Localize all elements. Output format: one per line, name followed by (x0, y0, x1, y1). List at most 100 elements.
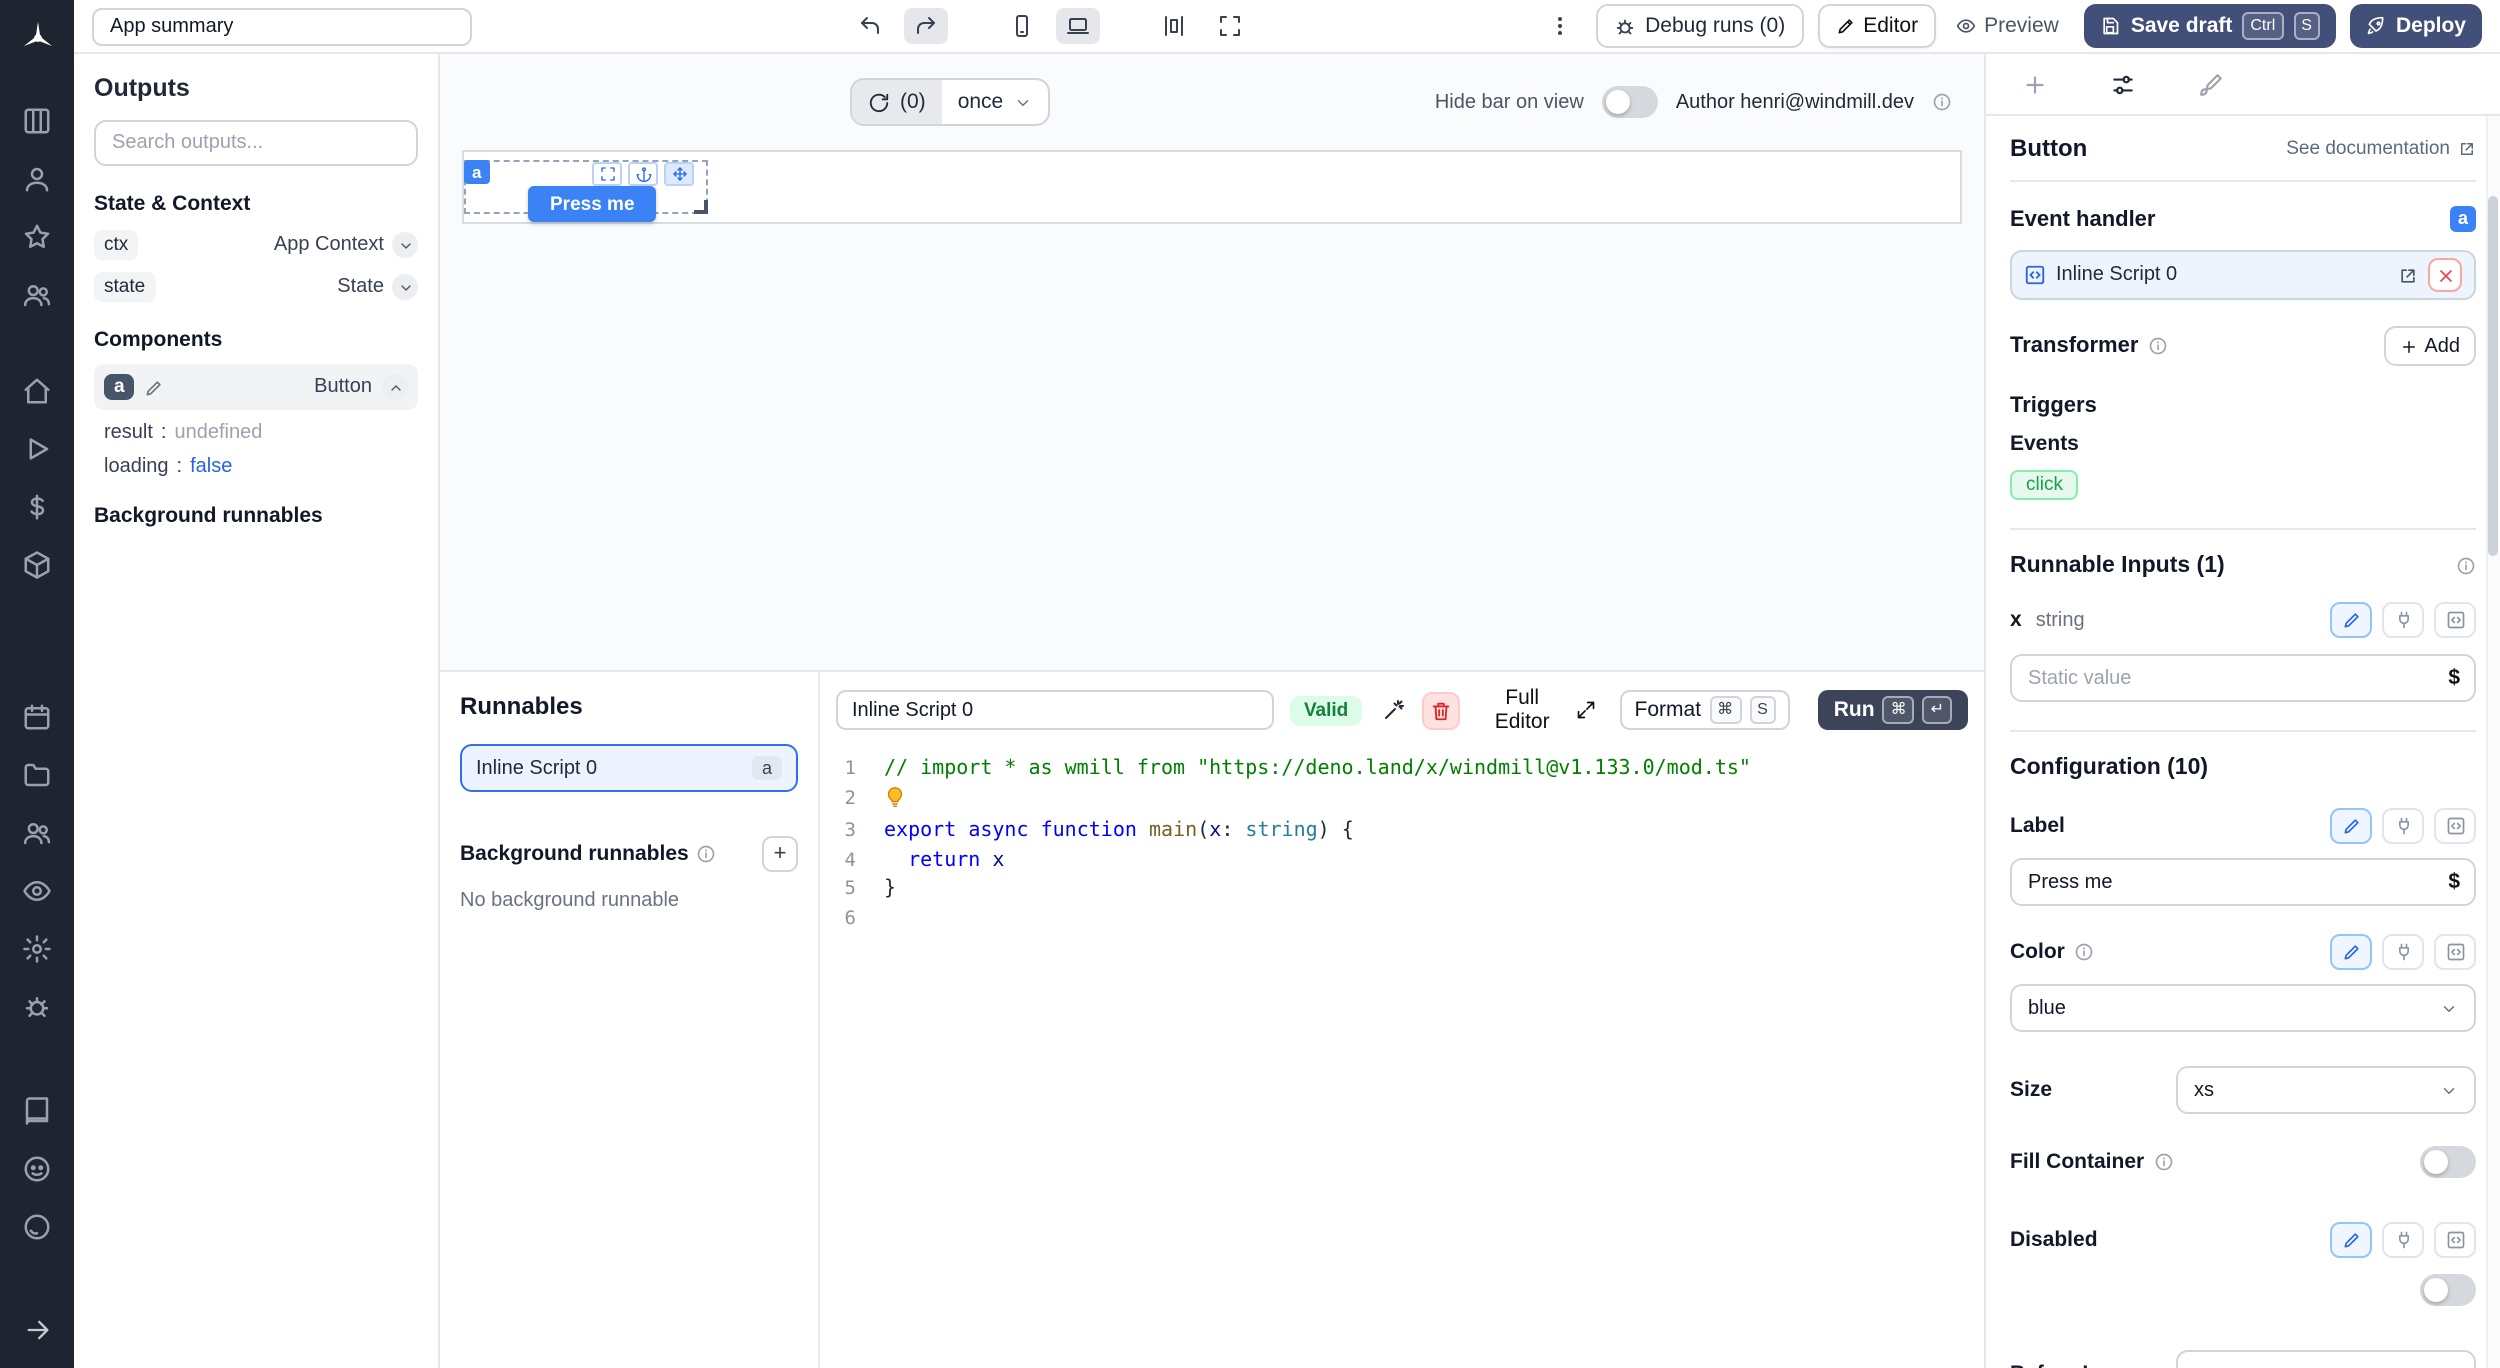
team-icon[interactable] (21, 816, 53, 848)
undo-button[interactable] (848, 8, 892, 44)
bottom-panel: Runnables Inline Script 0 a Background r… (440, 670, 1984, 1368)
open-script-button[interactable] (2398, 265, 2418, 285)
anchor-handle-icon[interactable] (628, 162, 658, 186)
code-line[interactable]: 2 (820, 785, 1984, 818)
discord-icon[interactable] (21, 1152, 53, 1184)
columns-icon[interactable] (21, 104, 53, 136)
template-toggle[interactable]: $ (2434, 860, 2474, 904)
plus-icon (2400, 337, 2418, 355)
button-component[interactable]: Press me (528, 186, 657, 222)
full-editor-button[interactable]: Full Editor (1476, 686, 1597, 734)
component-output-row[interactable]: a Button (94, 364, 418, 410)
eye-icon[interactable] (21, 874, 53, 906)
component-selection[interactable]: a Press me (464, 160, 708, 214)
code-line[interactable]: 1// import * as wmill from "https://deno… (820, 756, 1984, 785)
code-line[interactable]: 3export async function main(x: string) { (820, 818, 1984, 847)
cube-icon[interactable] (21, 548, 53, 580)
state-output-row[interactable]: state State (94, 272, 418, 302)
dollar-icon[interactable] (21, 490, 53, 522)
eval-input-mode-button[interactable] (2434, 602, 2476, 638)
debug-runs-button[interactable]: Debug runs (0) (1595, 4, 1803, 48)
see-documentation-link[interactable]: See documentation (2286, 137, 2476, 159)
gear-icon[interactable] (21, 932, 53, 964)
hide-bar-toggle[interactable] (1602, 86, 1658, 118)
editor-mode-button[interactable]: Editor (1817, 4, 1936, 48)
ctx-output-row[interactable]: ctx App Context (94, 230, 418, 260)
events-label: Events (2010, 432, 2476, 456)
add-background-runnable-button[interactable]: + (762, 836, 798, 872)
windmill-logo[interactable] (17, 16, 57, 60)
template-toggle[interactable]: $ (2434, 656, 2474, 700)
label-connect-button[interactable] (2382, 808, 2424, 844)
before-icon-field: Before Icon (2010, 1350, 2476, 1368)
schedule-dropdown[interactable]: once (942, 80, 1048, 124)
book-icon[interactable] (21, 1094, 53, 1126)
desktop-view-button[interactable] (1056, 8, 1100, 44)
deploy-button[interactable]: Deploy (2350, 4, 2482, 48)
bug-icon[interactable] (21, 990, 53, 1022)
github-icon[interactable] (21, 1210, 53, 1242)
add-transformer-button[interactable]: Add (2384, 326, 2476, 366)
runnable-item-inline-script-0[interactable]: Inline Script 0 a (460, 744, 798, 792)
event-handler-script-row[interactable]: Inline Script 0 (2010, 250, 2476, 300)
star-icon[interactable] (21, 220, 53, 252)
disabled-eval-button[interactable] (2434, 1222, 2476, 1258)
tab-styling[interactable] (2194, 68, 2226, 100)
scrollbar-thumb[interactable] (2488, 196, 2498, 556)
ai-assistant-button[interactable] (1382, 698, 1406, 722)
tab-insert-component[interactable] (2018, 68, 2050, 100)
delete-script-button[interactable] (1422, 691, 1460, 729)
redo-button[interactable] (904, 8, 948, 44)
code-line[interactable]: 6 (820, 905, 1984, 934)
canvas[interactable]: a Press me (440, 150, 1984, 670)
home-icon[interactable] (21, 374, 53, 406)
fill-container-toggle[interactable] (2420, 1146, 2476, 1178)
format-button[interactable]: Format ⌘ S (1621, 690, 1790, 730)
code-line[interactable]: 5} (820, 876, 1984, 905)
move-handle-icon[interactable] (664, 162, 694, 186)
color-connect-button[interactable] (2382, 934, 2424, 970)
code-line[interactable]: 4 return x (820, 847, 1984, 876)
runnables-title: Runnables (460, 692, 798, 720)
calendar-icon[interactable] (21, 700, 53, 732)
folder-icon[interactable] (21, 758, 53, 790)
lightbulb-icon[interactable] (884, 785, 906, 807)
disabled-static-button[interactable] (2330, 1222, 2372, 1258)
expand-handle-icon[interactable] (592, 162, 622, 186)
preview-mode-button[interactable]: Preview (1944, 4, 2071, 48)
refresh-count: (0) (900, 90, 926, 114)
color-static-button[interactable] (2330, 934, 2372, 970)
code-editor[interactable]: 1// import * as wmill from "https://deno… (820, 748, 1984, 1368)
before-icon-select[interactable] (2176, 1350, 2476, 1368)
label-value-input[interactable] (2012, 860, 2434, 904)
user-icon[interactable] (21, 162, 53, 194)
connect-input-mode-button[interactable] (2382, 602, 2424, 638)
color-eval-button[interactable] (2434, 934, 2476, 970)
refresh-button[interactable]: (0) (852, 80, 942, 124)
play-icon[interactable] (21, 432, 53, 464)
search-outputs-input[interactable] (94, 120, 418, 166)
script-name-input[interactable] (836, 690, 1274, 730)
fullscreen-button[interactable] (1208, 8, 1252, 44)
save-draft-button[interactable]: Save draft Ctrl S (2085, 4, 2336, 48)
edit-id-icon[interactable] (145, 377, 165, 397)
static-value-input[interactable] (2012, 656, 2434, 700)
mobile-view-button[interactable] (1000, 8, 1044, 44)
more-options-button[interactable] (1537, 8, 1581, 44)
center-content-button[interactable] (1152, 8, 1196, 44)
label-static-button[interactable] (2330, 808, 2372, 844)
tab-component-settings[interactable] (2106, 68, 2138, 100)
disabled-connect-button[interactable] (2382, 1222, 2424, 1258)
app-summary-input[interactable] (92, 7, 472, 45)
color-select[interactable]: blue (2010, 984, 2476, 1032)
remove-script-button[interactable] (2428, 258, 2462, 292)
resize-handle[interactable] (694, 200, 708, 214)
label-eval-button[interactable] (2434, 808, 2476, 844)
static-input-mode-button[interactable] (2330, 602, 2372, 638)
size-select[interactable]: xs (2176, 1066, 2476, 1114)
disabled-toggle[interactable] (2420, 1274, 2476, 1306)
settings-scrollbar[interactable] (2486, 116, 2500, 1368)
users-icon[interactable] (21, 278, 53, 310)
run-button[interactable]: Run ⌘ ↵ (1818, 690, 1968, 730)
expand-sidebar-button[interactable] (23, 1316, 51, 1344)
